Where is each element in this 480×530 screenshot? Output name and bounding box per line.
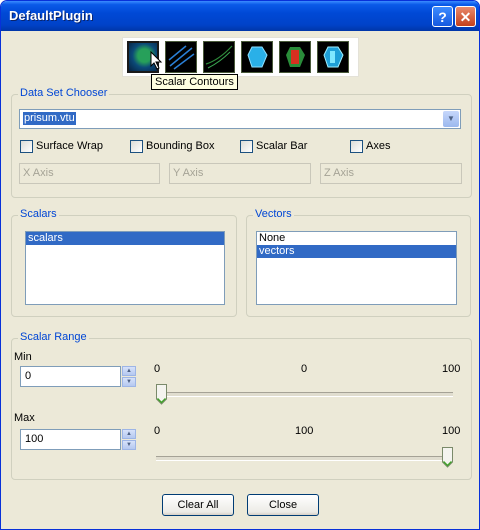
checkbox-label: Bounding Box bbox=[146, 140, 215, 152]
min-spinbox[interactable]: 0 ▲ ▼ bbox=[20, 366, 136, 387]
vectors-group-label: Vectors bbox=[253, 208, 294, 220]
scalar-range-group-label: Scalar Range bbox=[18, 331, 89, 343]
color-map-icon[interactable] bbox=[279, 41, 311, 73]
surface-icon[interactable] bbox=[241, 41, 273, 73]
volume-icon[interactable] bbox=[317, 41, 349, 73]
dialog-window: DefaultPlugin ? ✕ Scalar Contours Data S… bbox=[0, 0, 480, 530]
checkbox-box[interactable] bbox=[130, 140, 143, 153]
scalars-list[interactable]: scalars bbox=[25, 231, 225, 305]
min-slider-thumb[interactable] bbox=[156, 384, 167, 405]
max-slider-track[interactable] bbox=[156, 456, 453, 461]
surface-graphic bbox=[247, 46, 268, 68]
x-axis-field[interactable]: X Axis bbox=[19, 163, 160, 184]
vectors-list[interactable]: None vectors bbox=[256, 231, 457, 305]
streamlines-icon[interactable] bbox=[165, 41, 197, 73]
glyphs-graphic bbox=[205, 45, 233, 69]
window-title: DefaultPlugin bbox=[9, 8, 93, 23]
spin-down-icon[interactable]: ▼ bbox=[122, 377, 136, 387]
max-slider-tick-end: 100 bbox=[442, 425, 461, 437]
dataset-selected-value: prisum.vtu bbox=[23, 112, 76, 125]
checkbox-box[interactable] bbox=[350, 140, 363, 153]
list-item[interactable]: vectors bbox=[257, 245, 456, 258]
min-label: Min bbox=[14, 351, 32, 363]
spin-down-icon[interactable]: ▼ bbox=[122, 440, 136, 450]
max-slider-thumb[interactable] bbox=[442, 447, 453, 468]
clear-all-button[interactable]: Clear All bbox=[162, 494, 234, 516]
scalars-group-label: Scalars bbox=[18, 208, 59, 220]
dataset-group-label: Data Set Chooser bbox=[18, 87, 110, 99]
y-axis-field[interactable]: Y Axis bbox=[169, 163, 311, 184]
min-slider-tick-start: 0 bbox=[154, 363, 161, 375]
list-item[interactable]: scalars bbox=[26, 232, 224, 245]
checkbox-label: Axes bbox=[366, 140, 391, 152]
max-slider-tick-start: 0 bbox=[154, 425, 161, 437]
min-slider-track[interactable] bbox=[156, 392, 453, 397]
glyphs-icon[interactable] bbox=[203, 41, 235, 73]
streamlines-graphic bbox=[168, 45, 195, 70]
min-value-input[interactable]: 0 bbox=[20, 366, 121, 387]
close-window-button[interactable]: ✕ bbox=[455, 6, 476, 27]
min-slider-tick-end: 100 bbox=[442, 363, 461, 375]
tooltip: Scalar Contours bbox=[151, 74, 238, 90]
list-item[interactable]: None bbox=[257, 232, 456, 245]
checkbox-label: Surface Wrap bbox=[36, 140, 104, 152]
max-slider-tick-mid: 100 bbox=[295, 425, 314, 437]
max-value-input[interactable]: 100 bbox=[20, 429, 121, 450]
close-button[interactable]: Close bbox=[247, 494, 319, 516]
checkbox-box[interactable] bbox=[20, 140, 33, 153]
max-label: Max bbox=[14, 412, 35, 424]
spin-up-icon[interactable]: ▲ bbox=[122, 366, 136, 376]
min-slider-tick-mid: 0 bbox=[301, 363, 308, 375]
title-bar[interactable]: DefaultPlugin ? ✕ bbox=[1, 1, 479, 31]
z-axis-field[interactable]: Z Axis bbox=[320, 163, 462, 184]
checkbox-box[interactable] bbox=[240, 140, 253, 153]
spin-up-icon[interactable]: ▲ bbox=[122, 429, 136, 439]
checkbox-label: Scalar Bar bbox=[256, 140, 308, 152]
mouse-cursor-icon bbox=[150, 51, 163, 70]
max-spinbox[interactable]: 100 ▲ ▼ bbox=[20, 429, 136, 450]
help-button[interactable]: ? bbox=[432, 6, 453, 27]
chevron-down-icon[interactable]: ▼ bbox=[443, 111, 459, 127]
volume-graphic bbox=[323, 46, 344, 68]
color-map-graphic bbox=[286, 47, 305, 67]
dataset-combobox[interactable]: prisum.vtu ▼ bbox=[19, 109, 461, 129]
